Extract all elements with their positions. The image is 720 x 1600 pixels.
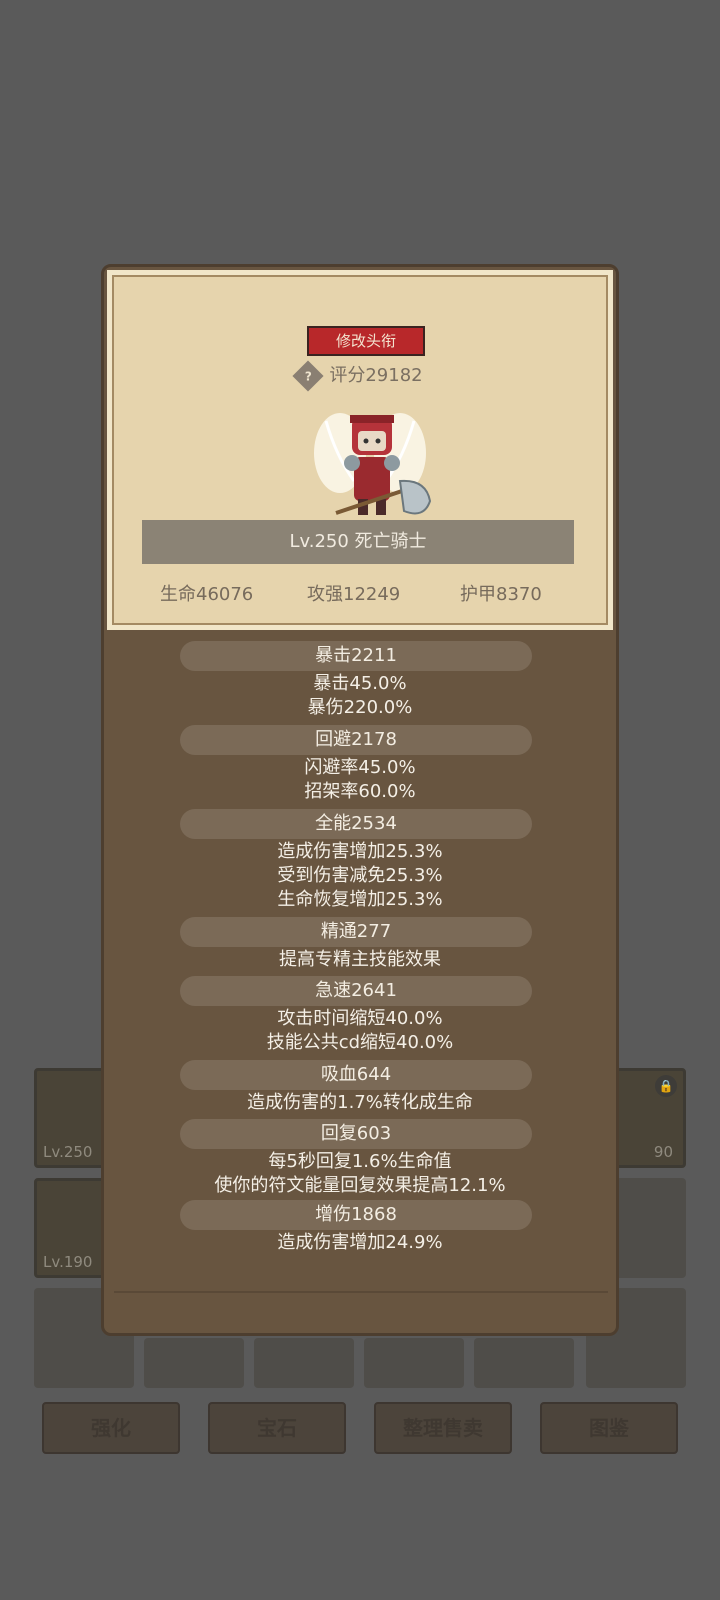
section-title-haste: 急速2641 — [180, 976, 532, 1006]
section-title-versatility: 全能2534 — [180, 809, 532, 839]
slot-level: Lv.250 — [43, 1143, 93, 1161]
character-avatar — [314, 413, 432, 515]
score-row: ? 评分29182 — [112, 360, 608, 392]
lock-icon: 🔒 — [655, 1075, 677, 1097]
stat-line: 造成伤害增加25.3% — [277, 841, 443, 862]
section-title-regen: 回复603 — [180, 1119, 532, 1149]
stat-line: 使你的符文能量回复效果提高12.1% — [214, 1175, 506, 1196]
section-title-lifesteal: 吸血644 — [180, 1060, 532, 1090]
inventory-slot[interactable] — [474, 1338, 574, 1388]
inventory-slot[interactable] — [364, 1338, 464, 1388]
stat-line: 每5秒回复1.6%生命值 — [268, 1151, 452, 1172]
stat-line: 受到伤害减免25.3% — [277, 865, 443, 886]
stat-line: 生命恢复增加25.3% — [277, 889, 443, 910]
codex-button[interactable]: 图鉴 — [540, 1402, 678, 1454]
gem-button[interactable]: 宝石 — [208, 1402, 346, 1454]
stat-line: 招架率60.0% — [304, 781, 416, 802]
enhance-button[interactable]: 强化 — [42, 1402, 180, 1454]
stat-line: 造成伤害增加24.9% — [277, 1232, 443, 1253]
stat-line: 提高专精主技能效果 — [279, 949, 441, 970]
help-icon[interactable]: ? — [292, 360, 324, 392]
stat-line: 暴击45.0% — [313, 673, 407, 694]
sort-sell-button[interactable]: 整理售卖 — [374, 1402, 512, 1454]
stat-line: 暴伤220.0% — [307, 697, 413, 718]
inventory-slot[interactable] — [144, 1338, 244, 1388]
character-header-card: 修改头衔 ? 评分29182 Lv.250 死亡骑士 生命46076 攻强122… — [107, 270, 613, 630]
attack-stat: 攻强12249 — [307, 584, 401, 605]
edit-title-button[interactable]: 修改头衔 — [307, 326, 425, 356]
section-title-dodge: 回避2178 — [180, 725, 532, 755]
stat-line: 闪避率45.0% — [304, 757, 416, 778]
section-title-crit: 暴击2211 — [180, 641, 532, 671]
section-title-damage-bonus: 增伤1868 — [180, 1200, 532, 1230]
inventory-slot[interactable] — [254, 1338, 354, 1388]
scroll-divider — [114, 1291, 608, 1307]
hp-stat: 生命46076 — [160, 584, 254, 605]
character-stats-modal: 修改头衔 ? 评分29182 Lv.250 死亡骑士 生命46076 攻强122… — [101, 264, 619, 1336]
slot-level: Lv.190 — [43, 1253, 93, 1271]
section-title-mastery: 精通277 — [180, 917, 532, 947]
armor-stat: 护甲8370 — [460, 584, 542, 605]
slot-level: 90 — [653, 1143, 673, 1161]
character-name-bar: Lv.250 死亡骑士 — [142, 520, 574, 564]
stat-line: 技能公共cd缩短40.0% — [266, 1032, 454, 1053]
stat-line: 攻击时间缩短40.0% — [277, 1008, 443, 1029]
stat-line: 造成伤害的1.7%转化成生命 — [247, 1092, 473, 1113]
score-text: 评分29182 — [329, 365, 423, 386]
